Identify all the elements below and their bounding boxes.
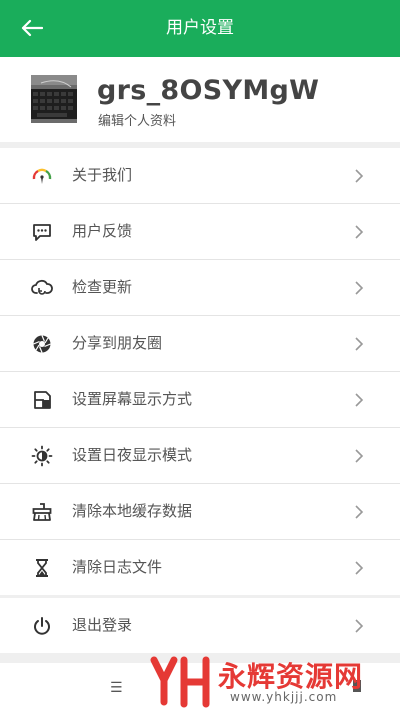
page-title: 用户设置 (166, 18, 234, 38)
username: grs_8OSYMgW (97, 75, 320, 106)
menu-item-label: 检查更新 (72, 278, 133, 296)
profile-card[interactable]: grs_8OSYMgW 编辑个人资料 (0, 57, 400, 142)
aperture-icon (31, 333, 53, 355)
edit-profile-link[interactable]: 编辑个人资料 (98, 110, 176, 129)
chevron-right-icon (355, 168, 364, 183)
hourglass-icon (31, 557, 53, 579)
chevron-right-icon (355, 280, 364, 295)
gauge-icon (31, 165, 53, 187)
menu-item-label: 清除本地缓存数据 (72, 502, 193, 520)
chevron-right-icon (355, 504, 364, 519)
system-nav-bar: ☰ (0, 663, 400, 711)
chevron-right-icon (355, 448, 364, 463)
logout-section: 退出登录 (0, 598, 400, 653)
chevron-right-icon (355, 336, 364, 351)
broom-icon (31, 501, 53, 523)
power-icon (31, 615, 53, 637)
menu-item-label: 设置日夜显示模式 (72, 446, 193, 464)
menu-item-clear-cache[interactable]: 清除本地缓存数据 (0, 484, 400, 540)
home-icon[interactable] (352, 679, 362, 693)
menu-item-label: 清除日志文件 (72, 558, 163, 576)
top-app-bar: 用户设置 (0, 0, 400, 57)
chevron-right-icon (355, 392, 364, 407)
menu-item-check-update[interactable]: 检查更新 (0, 260, 400, 316)
menu-item-day-night-mode[interactable]: 设置日夜显示模式 (0, 428, 400, 484)
menu-item-about-us[interactable]: 关于我们 (0, 148, 400, 204)
settings-list: 关于我们 用户反馈 检查更新 分享到朋友圈 设置屏幕显示方式 设置日夜显示模式 … (0, 148, 400, 595)
menu-icon[interactable]: ☰ (110, 680, 123, 696)
menu-item-screen-mode[interactable]: 设置屏幕显示方式 (0, 372, 400, 428)
chevron-right-icon (355, 560, 364, 575)
chevron-right-icon (355, 618, 364, 633)
menu-item-feedback[interactable]: 用户反馈 (0, 204, 400, 260)
avatar[interactable] (31, 75, 77, 123)
menu-item-label: 用户反馈 (72, 222, 133, 240)
back-button[interactable] (14, 12, 50, 44)
menu-item-label: 分享到朋友圈 (72, 334, 163, 352)
menu-item-label: 关于我们 (72, 166, 133, 184)
menu-item-clear-logs[interactable]: 清除日志文件 (0, 540, 400, 595)
logout-label: 退出登录 (72, 616, 133, 634)
arrow-left-icon (21, 19, 43, 37)
logout-button[interactable]: 退出登录 (0, 598, 400, 653)
menu-item-share-moments[interactable]: 分享到朋友圈 (0, 316, 400, 372)
menu-item-label: 设置屏幕显示方式 (72, 390, 193, 408)
chevron-right-icon (355, 224, 364, 239)
screen-mode-icon (31, 389, 53, 411)
cloud-refresh-icon (31, 277, 53, 299)
sun-icon (31, 445, 53, 467)
chat-bubble-icon (31, 221, 53, 243)
